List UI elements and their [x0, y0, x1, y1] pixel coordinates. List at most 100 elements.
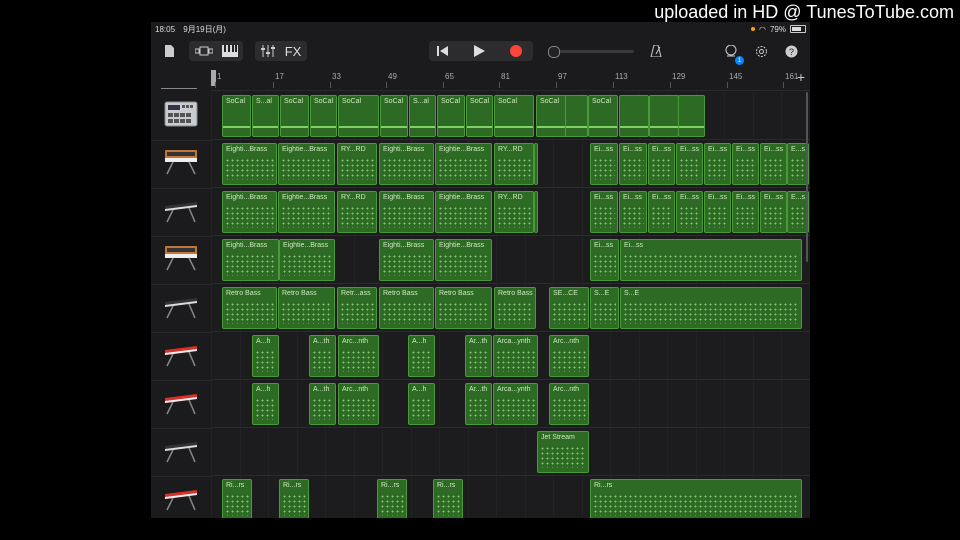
region-synth-orange-1[interactable]: Eighti...Brass — [222, 143, 277, 185]
region-synth-black-1[interactable] — [534, 191, 538, 233]
region-synth-red-1[interactable]: Arc...nth — [338, 335, 379, 377]
region-synth-black-1[interactable]: Ei...ss — [704, 191, 731, 233]
track-header-synth-black-3[interactable] — [151, 428, 211, 477]
region-synth-black-1[interactable]: RY...RD — [494, 191, 534, 233]
region-synth-black-2[interactable]: S...E — [590, 287, 619, 329]
tracks-view-icon[interactable] — [193, 40, 215, 62]
mixer-icon[interactable] — [259, 40, 277, 62]
region-synth-orange-1[interactable]: Ei...ss — [648, 143, 675, 185]
track-header-synth-red-2[interactable] — [151, 380, 211, 429]
region-synth-black-2[interactable]: Retro Bass — [379, 287, 434, 329]
region-drum-machine[interactable] — [649, 95, 679, 137]
region-synth-black-2[interactable]: S...E — [620, 287, 802, 329]
track-header-synth-red-3[interactable] — [151, 476, 211, 518]
region-drum-machine[interactable] — [565, 95, 588, 137]
region-drum-machine[interactable]: SoCal — [280, 95, 309, 137]
timeline-ruler[interactable]: 1 17 33 49 65 81 97 113 129 145 161 — [211, 70, 810, 91]
notifications-icon[interactable]: 1 — [721, 40, 744, 65]
region-synth-black-1[interactable]: Ei...ss — [732, 191, 759, 233]
record-button[interactable] — [505, 40, 527, 62]
region-drum-machine[interactable] — [619, 95, 649, 137]
region-synth-red-3[interactable]: Ri...rs — [590, 479, 802, 518]
region-drum-machine[interactable] — [678, 95, 705, 137]
region-synth-black-1[interactable]: RY...RD — [337, 191, 377, 233]
play-icon[interactable] — [469, 40, 489, 62]
help-icon[interactable]: ? — [781, 40, 801, 62]
rewind-icon[interactable] — [433, 40, 453, 62]
keyboard-icon[interactable] — [219, 40, 241, 62]
region-synth-red-1[interactable]: A...h — [252, 335, 279, 377]
region-synth-orange-1[interactable]: Eighti...Brass — [379, 143, 434, 185]
volume-slider[interactable] — [548, 46, 634, 58]
region-drum-machine[interactable]: SoCal — [588, 95, 618, 137]
metronome-icon[interactable] — [646, 40, 666, 62]
region-drum-machine[interactable]: SoCal — [494, 95, 534, 137]
region-synth-black-3[interactable]: Jet Stream — [537, 431, 589, 473]
region-drum-machine[interactable]: SoCal — [380, 95, 408, 137]
region-synth-red-2[interactable]: A...h — [252, 383, 279, 425]
fx-button[interactable]: FX — [281, 40, 305, 62]
region-synth-orange-2[interactable]: Eightie...Brass — [279, 239, 335, 281]
region-synth-orange-1[interactable]: Ei...ss — [760, 143, 787, 185]
track-header-synth-orange-2[interactable] — [151, 236, 211, 285]
region-synth-orange-2[interactable]: Ei...ss — [620, 239, 802, 281]
region-synth-orange-1[interactable]: Ei...ss — [676, 143, 703, 185]
region-synth-black-1[interactable]: Eightie...Brass — [435, 191, 492, 233]
region-drum-machine[interactable]: SoCal — [222, 95, 251, 137]
settings-icon[interactable] — [751, 40, 771, 62]
region-synth-black-1[interactable]: Ei...ss — [619, 191, 647, 233]
track-header-synth-black-2[interactable] — [151, 284, 211, 333]
region-synth-red-2[interactable]: A...th — [309, 383, 336, 425]
region-synth-red-1[interactable]: A...th — [309, 335, 336, 377]
region-synth-black-2[interactable]: Retro Bass — [494, 287, 536, 329]
region-drum-machine[interactable]: SoCal — [437, 95, 465, 137]
region-synth-orange-2[interactable]: Eighti...Brass — [222, 239, 279, 281]
region-synth-black-2[interactable]: Retro Bass — [222, 287, 277, 329]
region-synth-orange-2[interactable]: Eightie...Brass — [435, 239, 492, 281]
region-drum-machine[interactable]: SoCal — [338, 95, 379, 137]
region-synth-red-1[interactable]: Arc...nth — [549, 335, 589, 377]
region-synth-orange-1[interactable]: Ei...ss — [704, 143, 731, 185]
region-synth-orange-2[interactable]: Ei...ss — [590, 239, 619, 281]
track-header-synth-black-1[interactable] — [151, 188, 211, 237]
region-synth-black-2[interactable]: Retro Bass — [435, 287, 492, 329]
region-synth-red-2[interactable]: Arc...nth — [549, 383, 589, 425]
region-synth-red-3[interactable]: Ri...rs — [433, 479, 463, 518]
region-drum-machine[interactable]: SoCal — [310, 95, 337, 137]
add-section-button[interactable]: + — [794, 70, 808, 84]
region-synth-black-2[interactable]: Retro Bass — [278, 287, 335, 329]
region-drum-machine[interactable]: S...al — [409, 95, 436, 137]
region-synth-red-2[interactable]: Arca...ynth — [493, 383, 538, 425]
region-synth-orange-1[interactable]: RY...RD — [494, 143, 534, 185]
region-synth-red-2[interactable]: Ar...th — [465, 383, 492, 425]
region-synth-red-3[interactable]: Ri...rs — [377, 479, 407, 518]
region-drum-machine[interactable]: S...al — [252, 95, 279, 137]
region-synth-black-1[interactable]: Eightie...Brass — [278, 191, 335, 233]
region-drum-machine[interactable]: SoCal — [466, 95, 493, 137]
region-synth-black-1[interactable]: Eighti...Brass — [379, 191, 434, 233]
region-synth-orange-1[interactable]: Ei...ss — [619, 143, 647, 185]
region-synth-black-2[interactable]: Retr...ass — [337, 287, 377, 329]
region-synth-black-2[interactable]: SE...CE — [549, 287, 589, 329]
region-synth-black-1[interactable]: Ei...ss — [648, 191, 675, 233]
track-header-synth-orange-1[interactable] — [151, 140, 211, 189]
region-synth-orange-1[interactable]: Eightie...Brass — [278, 143, 335, 185]
region-synth-black-1[interactable]: Ei...ss — [760, 191, 787, 233]
region-synth-red-2[interactable]: A...h — [408, 383, 435, 425]
region-synth-red-1[interactable]: A...h — [408, 335, 435, 377]
region-synth-black-1[interactable]: Ei...ss — [590, 191, 618, 233]
tracks-area[interactable]: SoCal S...al SoCal SoCal SoCal SoCal S...al SoC… — [211, 92, 810, 518]
region-synth-red-1[interactable]: Ar...th — [465, 335, 492, 377]
document-icon[interactable] — [159, 40, 179, 62]
track-header-drum-machine[interactable] — [151, 92, 211, 141]
region-synth-red-3[interactable]: Ri...rs — [279, 479, 309, 518]
region-synth-red-1[interactable]: Arca...ynth — [493, 335, 538, 377]
region-synth-orange-1[interactable]: Eightie...Brass — [435, 143, 492, 185]
region-synth-orange-1[interactable]: Ei...ss — [732, 143, 759, 185]
volume-slider-knob[interactable] — [548, 46, 560, 58]
vertical-scrollbar[interactable] — [806, 92, 808, 262]
region-synth-orange-1[interactable] — [534, 143, 538, 185]
region-synth-black-1[interactable]: Eighti...Brass — [222, 191, 277, 233]
track-header-synth-red-1[interactable] — [151, 332, 211, 381]
region-synth-orange-1[interactable]: RY...RD — [337, 143, 377, 185]
